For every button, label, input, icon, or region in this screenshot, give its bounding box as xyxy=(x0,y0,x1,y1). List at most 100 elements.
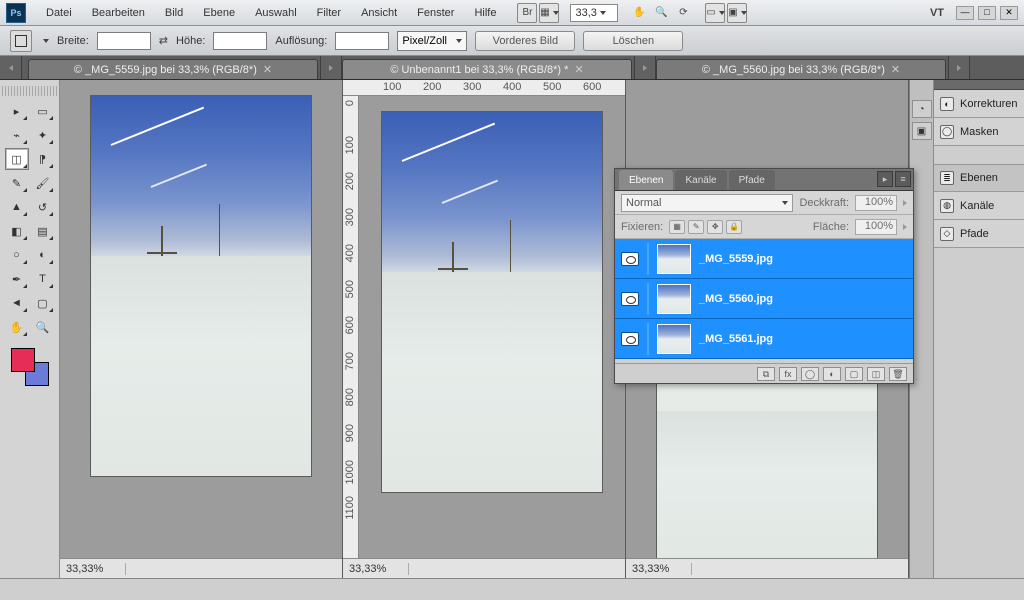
canvas-image[interactable] xyxy=(91,96,311,476)
close-icon[interactable]: ✕ xyxy=(263,63,272,76)
collapse-icon[interactable]: ▸ xyxy=(877,171,893,187)
window-close-button[interactable]: ✕ xyxy=(1000,6,1018,20)
window-maximize-button[interactable]: □ xyxy=(978,6,996,20)
layer-name[interactable]: _MG_5559.jpg xyxy=(699,253,773,265)
layer-name[interactable]: _MG_5561.jpg xyxy=(699,333,773,345)
shape-tool[interactable]: ▢ xyxy=(31,292,55,314)
crop-preset-dropdown[interactable] xyxy=(43,39,49,43)
new-layer-icon[interactable]: ◫ xyxy=(867,367,885,381)
foreground-color-swatch[interactable] xyxy=(11,348,35,372)
swap-width-height-icon[interactable]: ⇄ xyxy=(159,34,168,47)
layer-style-icon[interactable]: fx xyxy=(779,367,797,381)
layer-row[interactable]: _MG_5560.jpg xyxy=(615,279,913,319)
fill-slider-icon[interactable] xyxy=(903,224,907,230)
menu-edit[interactable]: Bearbeiten xyxy=(82,3,155,23)
visibility-toggle-icon[interactable] xyxy=(621,332,639,346)
gradient-tool[interactable]: ▤ xyxy=(31,220,55,242)
layer-row[interactable]: _MG_5561.jpg xyxy=(615,319,913,359)
hand-tool-shortcut[interactable]: ✋ xyxy=(629,3,649,23)
visibility-toggle-icon[interactable] xyxy=(621,252,639,266)
status-zoom[interactable]: 33,33% xyxy=(66,563,126,575)
menu-file[interactable]: Datei xyxy=(36,3,82,23)
history-brush-tool[interactable]: ↺ xyxy=(31,196,55,218)
bridge-button[interactable]: Br xyxy=(517,3,537,23)
clone-stamp-tool[interactable]: ▲ xyxy=(5,196,29,218)
lock-position-icon[interactable]: ✥ xyxy=(707,220,723,234)
pen-tool[interactable]: ✒ xyxy=(5,268,29,290)
channels-panel-button[interactable]: ◍Kanäle xyxy=(934,192,1024,220)
close-icon[interactable]: ✕ xyxy=(574,63,583,76)
crop-tool-icon[interactable] xyxy=(10,30,32,52)
lock-pixels-icon[interactable]: ✎ xyxy=(688,220,704,234)
layers-floating-panel[interactable]: Ebenen Kanäle Pfade ▸ ≡ Normal Deckkraft… xyxy=(614,168,914,384)
eraser-tool[interactable]: ◧ xyxy=(5,220,29,242)
crop-tool[interactable]: ◫ xyxy=(5,148,29,170)
menu-select[interactable]: Auswahl xyxy=(245,3,307,23)
tab-scroll-left[interactable] xyxy=(0,56,22,79)
color-swatches[interactable] xyxy=(11,348,49,386)
paths-panel-button[interactable]: ◇Pfade xyxy=(934,220,1024,248)
resolution-unit-select[interactable]: Pixel/Zoll xyxy=(397,31,467,51)
link-layers-icon[interactable]: ⧉ xyxy=(757,367,775,381)
path-select-tool[interactable]: ◄ xyxy=(5,292,29,314)
layers-tab[interactable]: Ebenen xyxy=(619,170,673,190)
delete-layer-icon[interactable]: 🗑 xyxy=(889,367,907,381)
layer-mask-icon[interactable]: ◯ xyxy=(801,367,819,381)
close-icon[interactable]: ✕ xyxy=(891,63,900,76)
document-tab-3[interactable]: © _MG_5560.jpg bei 33,3% (RGB/8*) ✕ xyxy=(656,59,946,79)
fill-input[interactable]: 100% xyxy=(855,219,897,235)
status-zoom[interactable]: 33,33% xyxy=(632,563,692,575)
eyedropper-tool[interactable]: ⁋ xyxy=(31,148,55,170)
rotate-view-shortcut[interactable]: ⟳ xyxy=(673,3,693,23)
visibility-toggle-icon[interactable] xyxy=(621,292,639,306)
layer-thumbnail[interactable] xyxy=(657,244,691,274)
tab-scroll-right[interactable] xyxy=(948,56,970,79)
tab-scroll-sep-2[interactable] xyxy=(634,56,656,79)
document-pane-2[interactable]: 100 200 300 400 500 600 0 100 200 300 40… xyxy=(343,80,626,578)
zoom-level-field[interactable]: 33,3 xyxy=(570,4,618,22)
lock-transparency-icon[interactable]: ▦ xyxy=(669,220,685,234)
clear-button[interactable]: Löschen xyxy=(583,31,683,51)
menu-view[interactable]: Ansicht xyxy=(351,3,407,23)
marquee-tool[interactable]: ▭ xyxy=(31,100,55,122)
adjustment-layer-icon[interactable]: ◐ xyxy=(823,367,841,381)
view-extras-button[interactable]: ▦ xyxy=(539,3,559,23)
menu-image[interactable]: Bild xyxy=(155,3,193,23)
layer-row[interactable]: _MG_5559.jpg xyxy=(615,239,913,279)
healing-brush-tool[interactable]: ✎ xyxy=(5,172,29,194)
move-tool[interactable]: ▸ xyxy=(5,100,29,122)
menu-filter[interactable]: Filter xyxy=(307,3,351,23)
crop-width-input[interactable] xyxy=(97,32,151,50)
group-icon[interactable]: ▢ xyxy=(845,367,863,381)
panel-menu-icon[interactable]: ≡ xyxy=(895,171,911,187)
menu-layer[interactable]: Ebene xyxy=(193,3,245,23)
workspace-switcher[interactable]: VT xyxy=(922,7,952,19)
crop-height-input[interactable] xyxy=(213,32,267,50)
quick-select-tool[interactable]: ✦ xyxy=(31,124,55,146)
info-icon[interactable]: ▣ xyxy=(912,122,932,140)
paths-tab[interactable]: Pfade xyxy=(729,170,775,190)
type-tool[interactable]: T xyxy=(31,268,55,290)
brush-tool[interactable]: 🖌 xyxy=(31,172,55,194)
canvas-image[interactable] xyxy=(382,112,602,492)
opacity-slider-icon[interactable] xyxy=(903,200,907,206)
layer-name[interactable]: _MG_5560.jpg xyxy=(699,293,773,305)
window-minimize-button[interactable]: — xyxy=(956,6,974,20)
menu-window[interactable]: Fenster xyxy=(407,3,464,23)
front-image-button[interactable]: Vorderes Bild xyxy=(475,31,575,51)
blur-tool[interactable]: ○ xyxy=(5,244,29,266)
crop-resolution-input[interactable] xyxy=(335,32,389,50)
layer-thumbnail[interactable] xyxy=(657,284,691,314)
screen-mode-button[interactable]: ▣ xyxy=(727,3,747,23)
layer-thumbnail[interactable] xyxy=(657,324,691,354)
tab-scroll-sep-1[interactable] xyxy=(320,56,342,79)
document-tab-1[interactable]: © _MG_5559.jpg bei 33,3% (RGB/8*) ✕ xyxy=(28,59,318,79)
app-logo[interactable]: Ps xyxy=(6,3,26,23)
blend-mode-select[interactable]: Normal xyxy=(621,194,793,212)
vertical-ruler[interactable]: 0 100 200 300 400 500 600 700 800 900 10… xyxy=(343,96,359,558)
lock-all-icon[interactable]: 🔒 xyxy=(726,220,742,234)
zoom-tool[interactable]: 🔍 xyxy=(31,316,55,338)
dodge-tool[interactable]: ◐ xyxy=(31,244,55,266)
masks-panel-button[interactable]: ◯Masken xyxy=(934,118,1024,146)
opacity-input[interactable]: 100% xyxy=(855,195,897,211)
